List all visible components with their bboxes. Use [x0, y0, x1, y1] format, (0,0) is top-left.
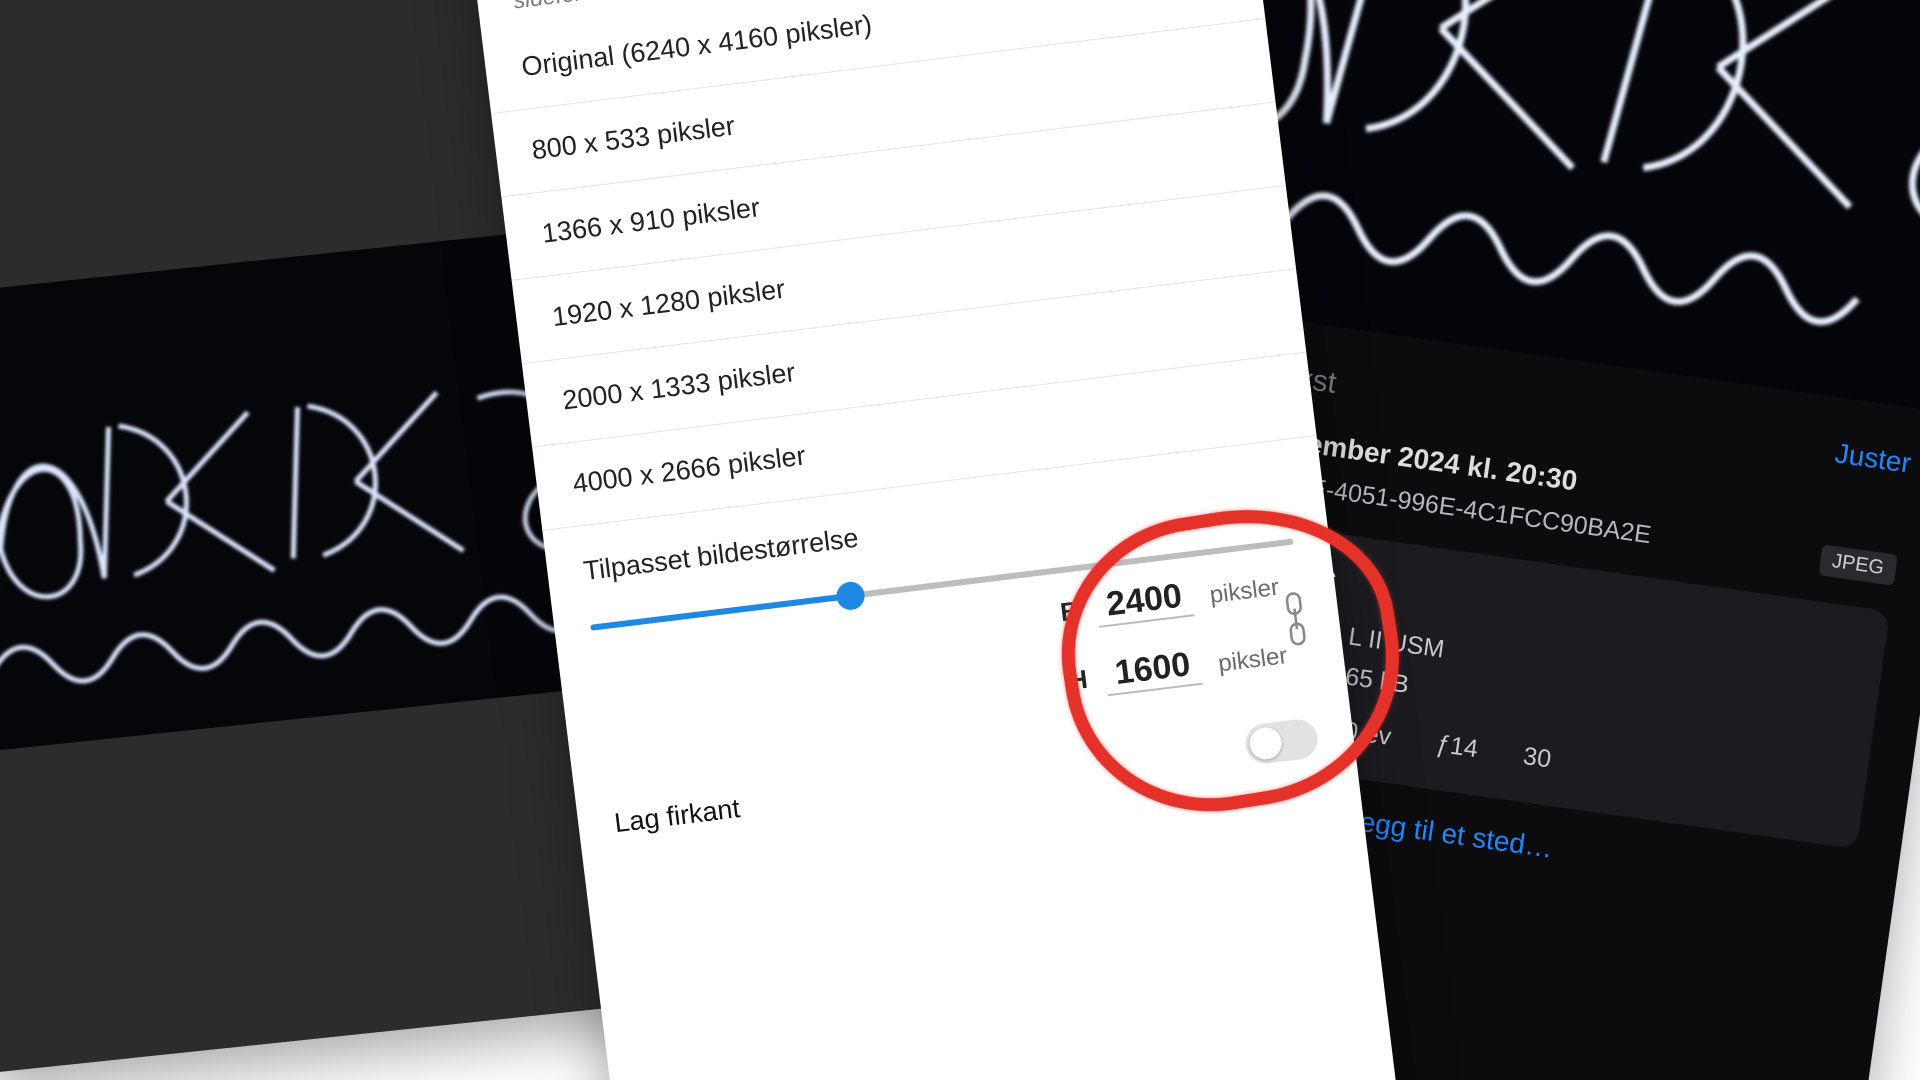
exif-aperture: ƒ14	[1434, 724, 1481, 769]
width-unit: piksler	[1208, 574, 1280, 610]
height-label: H	[1056, 664, 1090, 698]
resize-dialog: Endre bildestørrelse Velg ett av alterna…	[460, 0, 1400, 1080]
height-unit: piksler	[1217, 642, 1289, 678]
square-crop-toggle[interactable]	[1243, 717, 1319, 765]
file-type-badge: JPEG	[1818, 544, 1898, 585]
exif-shutter: 30	[1521, 736, 1554, 779]
width-label: B	[1047, 595, 1081, 629]
adjust-button[interactable]: Juster	[1833, 437, 1913, 479]
height-input[interactable]: 1600	[1103, 644, 1203, 696]
width-input[interactable]: 2400	[1094, 576, 1194, 628]
square-crop-label: Lag firkant	[613, 793, 742, 839]
